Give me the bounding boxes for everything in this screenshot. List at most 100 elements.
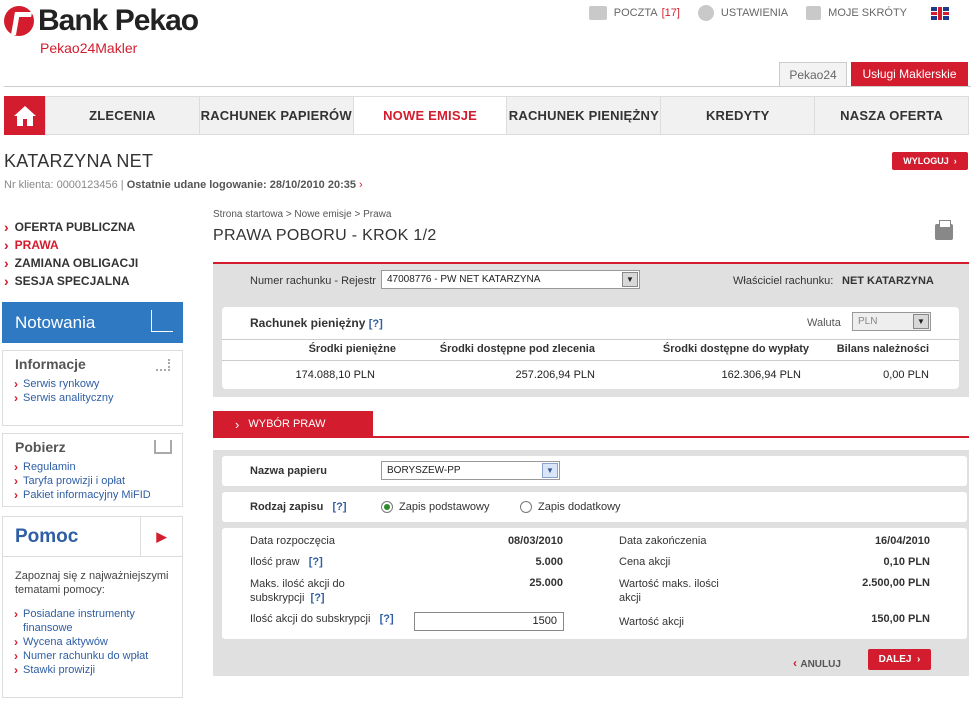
type-help[interactable]: [?]: [333, 501, 347, 513]
cash-summary: Rachunek pieniężny [?] Waluta PLN ▼ Środ…: [222, 307, 959, 389]
value-bilans: 0,00 PLN: [883, 369, 929, 381]
breadcrumb: Strona startowa > Nowe emisje > Prawa: [213, 209, 392, 220]
type-label: Rodzaj zapisu [?]: [250, 501, 347, 513]
account-panel: Numer rachunku - Rejestr 47008776 - PW N…: [213, 262, 969, 397]
brand-subname: Pekao24Makler: [40, 40, 138, 56]
divider: [222, 339, 959, 340]
radio-zapis-podstawowy[interactable]: [381, 501, 393, 513]
settings-link[interactable]: USTAWIENIA: [697, 5, 788, 21]
owner-label: Właściciel rachunku:: [733, 275, 834, 287]
link-taryfa[interactable]: Taryfa prowizji i opłat: [3, 474, 182, 488]
link-serwis-analityczny[interactable]: Serwis analityczny: [3, 391, 182, 405]
rights-label: Ilość praw [?]: [250, 556, 323, 568]
end-value: 16/04/2010: [874, 535, 930, 547]
sidemenu-prawa[interactable]: PRAWA: [4, 236, 184, 254]
cash-help[interactable]: [?]: [369, 318, 383, 330]
nav-zlecenia[interactable]: ZLECENIA: [45, 97, 199, 134]
col-header-do-wyplaty: Środki dostępne do wypłaty: [662, 343, 809, 355]
mail-link[interactable]: POCZTA [17]: [588, 6, 680, 20]
rights-help[interactable]: [?]: [309, 556, 323, 568]
pekao-logo-icon: [4, 6, 34, 36]
page-title: PRAWA POBORU - KROK 1/2: [213, 227, 437, 244]
envelope-icon: [588, 6, 607, 20]
nav-nasza-oferta[interactable]: NASZA OFERTA: [814, 97, 968, 134]
sidemenu-oferta-publiczna[interactable]: OFERTA PUBLICZNA: [4, 218, 184, 236]
link-numer-rachunku[interactable]: Numer rachunku do wpłat: [3, 649, 182, 663]
cancel-button[interactable]: ANULUJ: [793, 656, 841, 670]
link-mifid[interactable]: Pakiet informacyjny MiFID: [3, 488, 182, 502]
gear-icon: [697, 5, 714, 21]
header-divider: [4, 86, 971, 87]
shortcuts-link[interactable]: MOJE SKRÓTY: [806, 6, 907, 20]
link-serwis-rynkowy[interactable]: Serwis rynkowy: [3, 377, 182, 391]
account-value: 47008776 - PW NET KATARZYNA: [387, 274, 541, 285]
price-label: Cena akcji: [619, 556, 671, 568]
maxval-label: Wartość maks. ilości akcji: [619, 578, 719, 604]
divider: [222, 360, 959, 361]
tab-pekao24[interactable]: Pekao24: [779, 62, 847, 87]
download-icon: [154, 440, 172, 454]
printer-icon[interactable]: [935, 220, 953, 240]
link-wycena-aktywow[interactable]: Wycena aktywów: [3, 635, 182, 649]
paper-select[interactable]: BORYSZEW-PP ▼: [381, 461, 560, 480]
option-extra-label: Zapis dodatkowy: [538, 501, 621, 513]
bank-logo[interactable]: Bank Pekao Pekao24Makler: [4, 4, 204, 56]
nav-nowe-emisje[interactable]: NOWE EMISJE: [352, 97, 507, 134]
pomoc-box: Pomoc ▶ Zapoznaj się z najważniejszymi te…: [2, 516, 183, 698]
tab-wybor-praw[interactable]: WYBÓR PRAW: [213, 411, 373, 437]
nav-rachunek-papierow[interactable]: RACHUNEK PAPIERÓW: [198, 97, 353, 134]
cash-title: Rachunek pieniężny [?]: [250, 316, 383, 330]
logout-label: WYLOGUJ: [903, 156, 949, 166]
tab-underline: [213, 436, 969, 438]
last-login: Ostatnie udane logowanie: 28/10/2010 20:…: [126, 179, 356, 191]
chart-trend-icon: [151, 310, 173, 332]
paper-label: Nazwa papieru: [250, 465, 328, 477]
chevron-down-icon: ▼: [622, 272, 638, 287]
col-header-pod-zlecenia: Środki dostępne pod zlecenia: [439, 343, 595, 355]
owner-value: NET KATARZYNA: [842, 275, 934, 287]
account-select[interactable]: 47008776 - PW NET KATARZYNA ▼: [381, 270, 640, 289]
max-help[interactable]: [?]: [311, 592, 325, 604]
home-button[interactable]: [4, 96, 45, 135]
start-label: Data rozpoczęcia: [250, 535, 335, 547]
qty-input[interactable]: 1500: [414, 612, 564, 631]
qty-help[interactable]: [?]: [380, 613, 394, 625]
rights-form-panel: Nazwa papieru BORYSZEW-PP ▼ Rodzaj zapis…: [213, 450, 969, 676]
start-value: 08/03/2010: [507, 535, 563, 547]
link-posiadane-instrumenty[interactable]: Posiadane instrumenty finansowe: [3, 607, 182, 635]
logout-button[interactable]: WYLOGUJ ›: [892, 152, 968, 170]
paper-row: Nazwa papieru BORYSZEW-PP ▼: [222, 456, 967, 486]
rights-value: 5.000: [535, 556, 563, 568]
radio-zapis-dodatkowy[interactable]: [520, 501, 532, 513]
pomoc-description: Zapoznaj się z najważniejszymi tematami …: [15, 570, 169, 596]
chevron-down-icon: ▼: [913, 314, 929, 329]
next-button[interactable]: DALEJ ›: [868, 649, 931, 670]
shortcuts-label: MOJE SKRÓTY: [828, 7, 907, 19]
currency-select[interactable]: PLN ▼: [852, 312, 931, 331]
side-menu: OFERTA PUBLICZNA PRAWA ZAMIANA OBLIGACJI…: [4, 218, 184, 290]
link-regulamin[interactable]: Regulamin: [3, 460, 182, 474]
end-label: Data zakończenia: [619, 535, 707, 547]
nav-kredyty[interactable]: KREDYTY: [660, 97, 814, 134]
option-basic-label: Zapis podstawowy: [399, 501, 490, 513]
play-arrow-icon[interactable]: ▶: [140, 517, 182, 557]
type-row: Rodzaj zapisu [?] Zapis podstawowy Zapis…: [222, 492, 967, 522]
uk-flag-icon[interactable]: [931, 6, 949, 20]
value-pod-zlecenia: 257.206,94 PLN: [515, 369, 595, 381]
pobierz-title: Pobierz: [3, 434, 182, 460]
pomoc-title[interactable]: Pomoc ▶: [3, 517, 182, 557]
signal-bars-icon: [156, 359, 170, 371]
sharesval-label: Wartość akcji: [619, 616, 684, 628]
sidemenu-zamiana-obligacji[interactable]: ZAMIANA OBLIGACJI: [4, 254, 184, 272]
link-stawki-prowizji[interactable]: Stawki prowizji: [3, 663, 182, 677]
chevron-right-icon[interactable]: ›: [359, 179, 363, 191]
home-icon: [13, 105, 36, 126]
chevron-down-icon: ▼: [542, 463, 558, 478]
account-label: Numer rachunku - Rejestr: [250, 275, 376, 287]
user-name: KATARZYNA NET: [4, 151, 154, 171]
notowania-button[interactable]: Notowania: [2, 302, 183, 343]
next-label: DALEJ: [878, 654, 912, 665]
sidemenu-sesja-specjalna[interactable]: SESJA SPECJALNA: [4, 272, 184, 290]
nav-rachunek-pieniezny[interactable]: RACHUNEK PIENIĘŻNY: [506, 97, 660, 134]
tab-uslugi-maklerskie[interactable]: Usługi Maklerskie: [851, 62, 968, 87]
